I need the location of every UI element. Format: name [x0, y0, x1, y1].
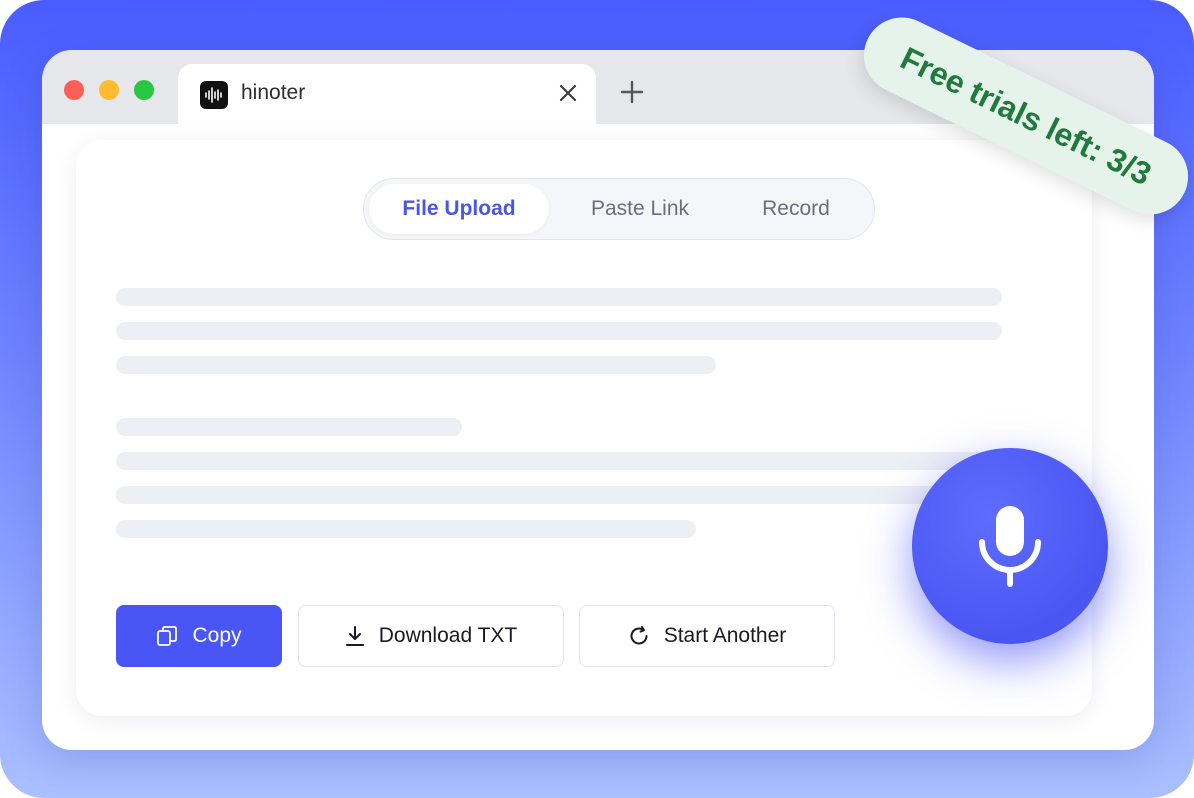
window-minimize-dot[interactable] [99, 80, 119, 100]
text-placeholder-line [116, 322, 1002, 340]
download-label: Download TXT [378, 624, 518, 647]
app-logo-icon [200, 81, 228, 109]
transcript-card: File Upload Paste Link Record Copy Downl… [76, 140, 1092, 716]
window-maximize-dot[interactable] [134, 80, 154, 100]
text-placeholder-line [116, 288, 1002, 306]
tab-record[interactable]: Record [721, 184, 871, 234]
refresh-icon [630, 626, 648, 645]
text-placeholder-line [116, 418, 462, 436]
tab-title: hinoter [241, 81, 306, 104]
copy-icon [157, 626, 178, 646]
browser-tab[interactable]: hinoter [178, 64, 596, 124]
copy-label: Copy [192, 624, 242, 647]
text-placeholder-line [116, 520, 696, 538]
window-close-dot[interactable] [64, 80, 84, 100]
text-placeholder-line [116, 486, 1002, 504]
text-placeholder-line [116, 356, 716, 374]
download-txt-button[interactable]: Download TXT [298, 605, 564, 667]
close-icon[interactable] [556, 81, 580, 105]
download-icon [345, 626, 364, 646]
plus-icon[interactable] [620, 80, 644, 104]
start-another-button[interactable]: Start Another [579, 605, 835, 667]
tab-file-upload[interactable]: File Upload [369, 184, 549, 234]
start-another-label: Start Another [663, 624, 787, 647]
browser-window: hinoter File Upload Paste Link Record Co… [42, 50, 1154, 750]
copy-button[interactable]: Copy [116, 605, 282, 667]
microphone-icon [979, 506, 1041, 587]
source-tabs: File Upload Paste Link Record [363, 178, 875, 240]
record-microphone-button[interactable] [912, 448, 1108, 644]
background-frame: hinoter File Upload Paste Link Record Co… [0, 0, 1194, 798]
text-placeholder-line [116, 452, 1002, 470]
tab-paste-link[interactable]: Paste Link [559, 184, 721, 234]
